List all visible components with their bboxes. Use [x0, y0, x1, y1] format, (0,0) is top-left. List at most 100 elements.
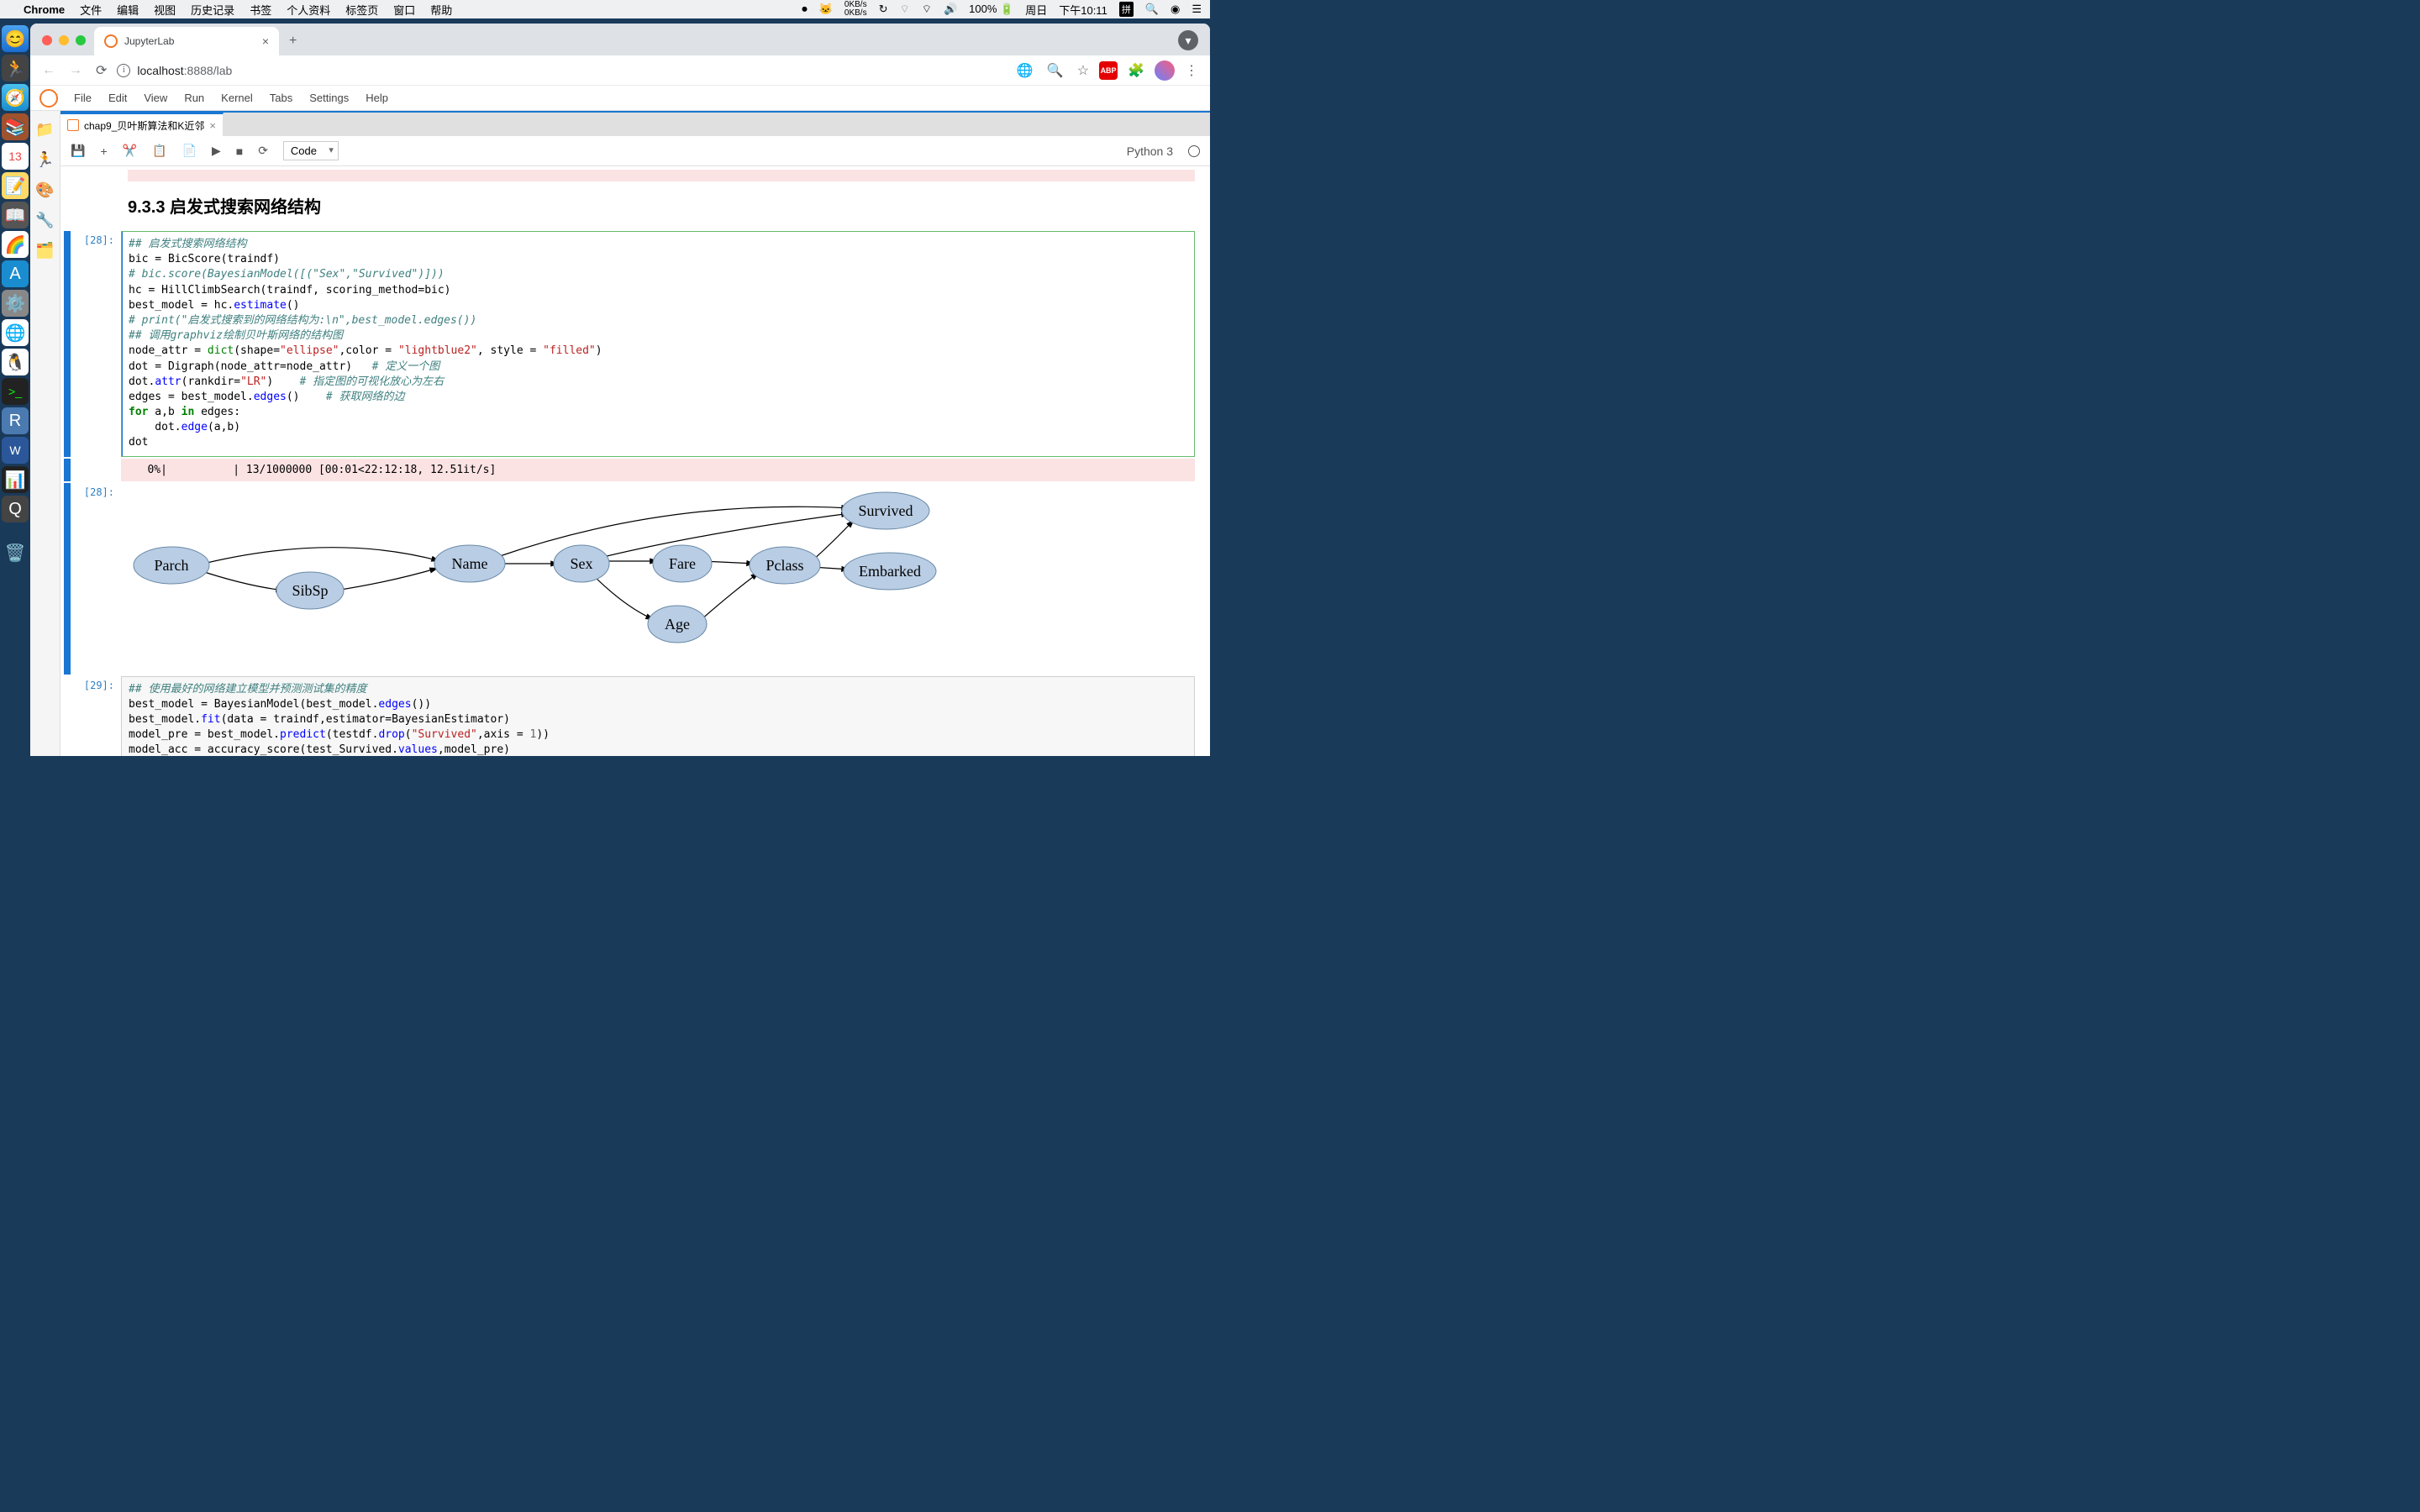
menu-tabs[interactable]: 标签页 — [345, 2, 378, 18]
chrome-menu-icon[interactable]: ⋮ — [1181, 59, 1202, 82]
code-cell-28[interactable]: [28]: ## 启发式搜索网络结构 bic = BicScore(traind… — [64, 231, 1195, 457]
kernel-name-label[interactable]: Python 3 — [1127, 144, 1173, 158]
dock-calendar[interactable]: 13 — [2, 143, 29, 170]
tb-add-icon[interactable]: + — [100, 144, 107, 158]
tb-celltype-select[interactable]: Code — [283, 141, 339, 160]
status-ime[interactable]: 拼 — [1119, 2, 1134, 17]
dock-safari[interactable]: 🧭 — [2, 84, 29, 111]
status-record-icon[interactable]: ⏺ — [802, 3, 808, 16]
sidebar-running-icon[interactable]: 🏃 — [32, 146, 59, 173]
jlab-menu-view[interactable]: View — [135, 92, 176, 104]
code-input-28[interactable]: ## 启发式搜索网络结构 bic = BicScore(traindf) # b… — [121, 231, 1195, 457]
dock-quicktime[interactable]: Q — [2, 496, 29, 522]
chrome-tab-active[interactable]: JupyterLab × — [94, 27, 279, 55]
status-netspeed[interactable]: 0KB/s0KB/s — [844, 1, 867, 18]
tb-cut-icon[interactable]: ✂️ — [123, 144, 137, 158]
notebook-area[interactable]: 9.3.3 启发式搜索网络结构 [28]: ## 启发式搜索网络结构 bic =… — [60, 166, 1210, 756]
bookmark-star-icon[interactable]: ☆ — [1074, 59, 1092, 82]
dock-photos[interactable]: 🌈 — [2, 231, 29, 258]
status-bluetooth-icon[interactable]: ⌔ — [900, 3, 910, 16]
dock-trash[interactable]: 🗑️ — [2, 539, 29, 566]
sidebar-tabs-icon[interactable]: 🗂️ — [32, 237, 59, 264]
menu-file[interactable]: 文件 — [80, 2, 102, 18]
code-cell-28-output: [28]: — [64, 483, 1195, 675]
menu-profiles[interactable]: 个人资料 — [287, 2, 330, 18]
tb-paste-icon[interactable]: 📄 — [182, 144, 197, 158]
jlab-menu-kernel[interactable]: Kernel — [213, 92, 261, 104]
notebook-tab-active[interactable]: chap9_贝叶斯算法和K近邻 × — [60, 113, 224, 136]
macos-menubar: Chrome 文件 编辑 视图 历史记录 书签 个人资料 标签页 窗口 帮助 ⏺… — [0, 0, 1210, 18]
dock-appstore[interactable]: A — [2, 260, 29, 287]
extensions-icon[interactable]: 🧩 — [1124, 59, 1148, 82]
window-close-button[interactable] — [42, 35, 52, 45]
chrome-account-icon[interactable]: ▾ — [1178, 30, 1198, 50]
sidebar-tools-icon[interactable]: 🔧 — [32, 207, 59, 234]
dock-word[interactable]: W — [2, 437, 29, 464]
notebook-file-icon — [67, 119, 79, 131]
dock-settings[interactable]: ⚙️ — [2, 290, 29, 317]
status-wifi-icon[interactable]: ⌔ — [922, 3, 932, 16]
dock-dict[interactable]: 📖 — [2, 202, 29, 228]
svg-text:Survived: Survived — [859, 502, 913, 519]
tb-restart-icon[interactable]: ⟳ — [258, 144, 268, 158]
status-sync-icon[interactable]: ↻ — [879, 3, 888, 16]
nav-reload-icon[interactable]: ⟳ — [92, 59, 110, 82]
sidebar-files-icon[interactable]: 📁 — [32, 116, 59, 143]
status-spotlight-icon[interactable]: 🔍 — [1145, 3, 1159, 16]
dock-terminal[interactable]: >_ — [2, 378, 29, 405]
code-input-29[interactable]: ## 使用最好的网络建立模型并预测测试集的精度 best_model = Bay… — [121, 676, 1195, 756]
adblock-icon[interactable]: ABP — [1099, 61, 1118, 80]
menu-help[interactable]: 帮助 — [430, 2, 452, 18]
dock-chrome[interactable]: 🌐 — [2, 319, 29, 346]
status-time[interactable]: 下午10:11 — [1059, 2, 1107, 18]
jlab-menu-file[interactable]: File — [66, 92, 100, 104]
jlab-menu-edit[interactable]: Edit — [100, 92, 135, 104]
sidebar-commands-icon[interactable]: 🎨 — [32, 176, 59, 203]
dock-finder[interactable]: 😊 — [2, 25, 29, 52]
jupyterlab-sidebar: 📁 🏃 🎨 🔧 🗂️ — [30, 111, 60, 756]
status-notifications-icon[interactable]: ☰ — [1192, 3, 1202, 16]
tb-stop-icon[interactable]: ■ — [236, 144, 243, 158]
status-volume-icon[interactable]: 🔊 — [944, 3, 957, 16]
dock-qq[interactable]: 🐧 — [2, 349, 29, 375]
jlab-menu-tabs[interactable]: Tabs — [261, 92, 301, 104]
tb-copy-icon[interactable]: 📋 — [152, 144, 166, 158]
menu-view[interactable]: 视图 — [154, 2, 176, 18]
dock-books[interactable]: 📚 — [2, 113, 29, 140]
status-battery[interactable]: 100% 🔋 — [969, 3, 1013, 16]
status-cat-icon[interactable]: 🐱 — [819, 3, 833, 16]
jupyter-logo-icon[interactable] — [37, 87, 60, 110]
jlab-menu-help[interactable]: Help — [357, 92, 397, 104]
status-siri-icon[interactable]: ◉ — [1171, 3, 1180, 16]
menu-window[interactable]: 窗口 — [393, 2, 415, 18]
window-maximize-button[interactable] — [76, 35, 86, 45]
jlab-menu-run[interactable]: Run — [176, 92, 213, 104]
translate-icon[interactable]: 🌐 — [1013, 59, 1037, 82]
menu-bookmarks[interactable]: 书签 — [250, 2, 271, 18]
dock-notes[interactable]: 📝 — [2, 172, 29, 199]
notebook-tab-close-icon[interactable]: × — [209, 119, 216, 132]
jlab-menu-settings[interactable]: Settings — [301, 92, 357, 104]
site-info-icon[interactable]: i — [117, 64, 130, 77]
profile-avatar-icon[interactable] — [1155, 60, 1175, 81]
dock-activity[interactable]: 🏃 — [2, 55, 29, 81]
progress-output: 0%| | 13/1000000 [00:01<22:12:18, 12.51i… — [121, 459, 1195, 481]
url-input[interactable]: i localhost:8888/lab — [117, 64, 1006, 77]
menu-history[interactable]: 历史记录 — [191, 2, 234, 18]
tb-save-icon[interactable]: 💾 — [71, 144, 85, 158]
chrome-tab-close-icon[interactable]: × — [262, 34, 269, 48]
kernel-status-icon[interactable] — [1188, 145, 1200, 157]
tb-run-icon[interactable]: ▶ — [212, 144, 221, 158]
chrome-new-tab-button[interactable]: + — [279, 34, 307, 55]
dock-monitor[interactable]: 📊 — [2, 466, 29, 493]
chrome-tab-title: JupyterLab — [124, 35, 174, 47]
dock-rstudio[interactable]: R — [2, 407, 29, 434]
nav-back-icon[interactable]: ← — [39, 60, 59, 81]
markdown-cell-heading[interactable]: 9.3.3 启发式搜索网络结构 — [64, 188, 1195, 229]
window-minimize-button[interactable] — [59, 35, 69, 45]
zoom-icon[interactable]: 🔍 — [1044, 59, 1067, 82]
status-date[interactable]: 周日 — [1025, 2, 1047, 18]
menu-app-name[interactable]: Chrome — [24, 3, 65, 16]
menu-edit[interactable]: 编辑 — [117, 2, 139, 18]
code-cell-29[interactable]: [29]: ## 使用最好的网络建立模型并预测测试集的精度 best_model… — [64, 676, 1195, 756]
